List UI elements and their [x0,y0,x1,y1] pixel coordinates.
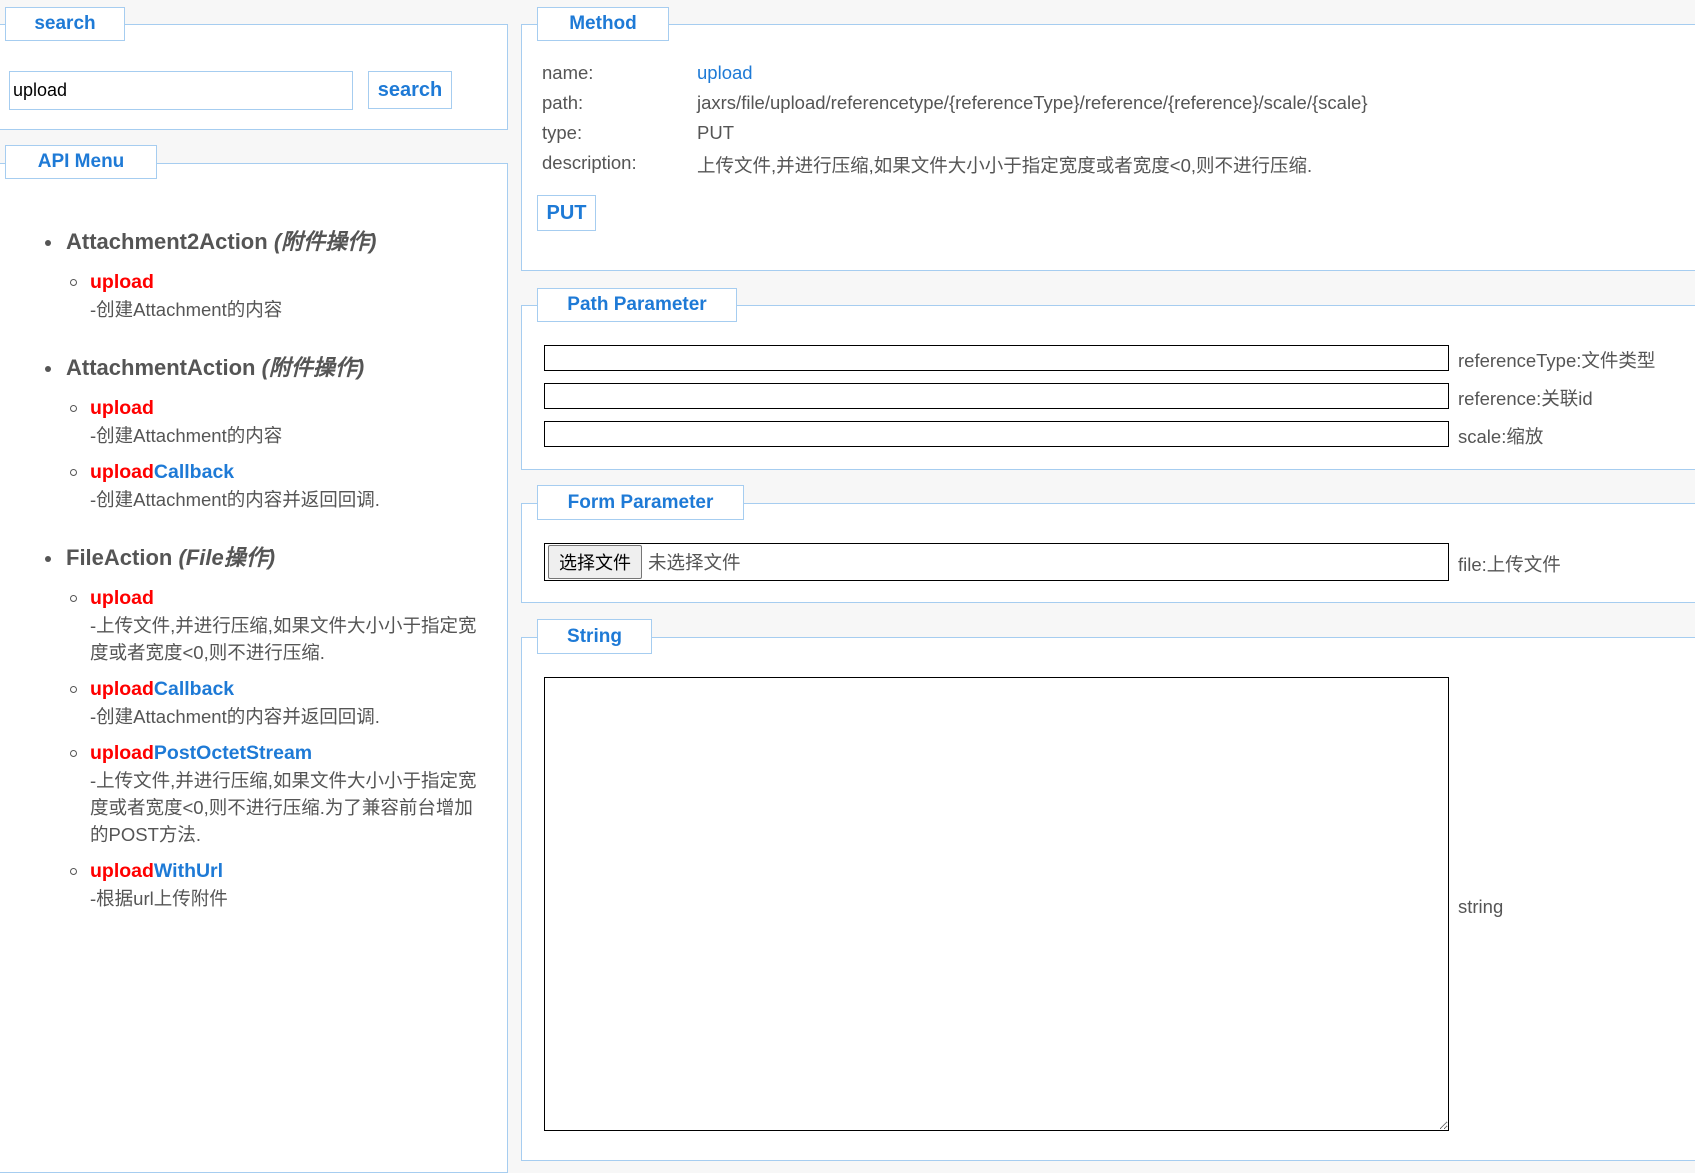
menu-item-link[interactable]: uploadCallback [90,459,490,486]
api-menu-legend: API Menu [5,145,157,179]
menu-group-heading: FileAction (File操作) [0,541,500,575]
menu-item-link[interactable]: upload [90,395,490,422]
menu-item[interactable]: upload -创建Attachment的内容 [0,269,490,323]
match-text: upload [90,397,154,419]
scale-label: scale:缩放 [1458,426,1544,447]
method-path-row: path: jaxrs/file/upload/referencetype/{re… [542,92,1368,114]
match-text: upload [90,461,154,483]
match-text: upload [90,271,154,293]
group-name: AttachmentAction [66,355,256,380]
reference-type-label: referenceType:文件类型 [1458,350,1656,371]
match-text: upload [90,678,154,700]
search-button[interactable]: search [368,71,452,109]
menu-group-heading: Attachment2Action (附件操作) [0,225,500,259]
menu-item-link[interactable]: uploadCallback [90,676,490,703]
form-parameter-legend: Form Parameter [537,485,744,520]
menu-item-description: -根据url上传附件 [90,888,228,909]
menu-item-link[interactable]: uploadPostOctetStream [90,740,490,767]
menu-item[interactable]: uploadCallback -创建Attachment的内容并返回回调. [0,459,490,513]
method-type-value: PUT [697,122,734,143]
method-path-value: jaxrs/file/upload/referencetype/{referen… [697,92,1368,113]
menu-item-description: -创建Attachment的内容并返回回调. [90,489,380,510]
rest-text: WithUrl [153,860,224,882]
method-type-row: type: PUT [542,122,734,144]
menu-item[interactable]: upload -上传文件,并进行压缩,如果文件大小小于指定宽度或者宽度<0,则不进… [0,585,490,666]
menu-item-link[interactable]: uploadWithUrl [90,858,490,885]
menu-item-description: -创建Attachment的内容并返回回调. [90,706,380,727]
match-text: upload [90,587,154,609]
rest-text: Callback [153,461,235,483]
search-legend: search [5,7,125,41]
label: type: [542,122,583,143]
menu-item-description: -上传文件,并进行压缩,如果文件大小小于指定宽度或者宽度<0,则不进行压缩.为了… [90,770,477,845]
group-cn-name: (附件操作) [273,229,377,254]
file-input[interactable]: 选择文件 未选择文件 [544,543,1449,581]
group-name: Attachment2Action [66,229,268,254]
method-name-row: name: upload [542,62,753,84]
group-name: FileAction [66,545,173,570]
method-legend: Method [537,7,669,41]
rest-text: PostOctetStream [153,742,313,764]
method-name-value: upload [697,62,753,83]
string-label: string [1458,896,1504,917]
match-text: upload [90,742,154,764]
reference-input[interactable] [544,383,1449,409]
method-description-value: 上传文件,并进行压缩,如果文件大小小于指定宽度或者宽度<0,则不进行压缩. [697,155,1313,176]
api-menu-list: Attachment2Action (附件操作) upload -创建Attachm… [0,225,500,940]
group-cn-name: (附件操作) [261,355,365,380]
string-legend: String [537,619,652,654]
menu-group-heading: AttachmentAction (附件操作) [0,351,500,385]
menu-item-description: -上传文件,并进行压缩,如果文件大小小于指定宽度或者宽度<0,则不进行压缩. [90,615,477,663]
menu-item-description: -创建Attachment的内容 [90,425,283,446]
scale-input[interactable] [544,421,1449,447]
method-description-row: description: 上传文件,并进行压缩,如果文件大小小于指定宽度或者宽度<… [542,152,1312,176]
label: path: [542,92,584,113]
menu-item-description: -创建Attachment的内容 [90,299,283,320]
rest-text: Callback [153,678,235,700]
menu-item[interactable]: uploadWithUrl -根据url上传附件 [0,858,490,912]
menu-item-link[interactable]: upload [90,269,490,296]
file-label: file:上传文件 [1458,554,1561,575]
group-cn-name: (File操作) [178,545,276,570]
no-file-text: 未选择文件 [648,552,741,573]
label: description: [542,152,637,173]
label: name: [542,62,594,83]
menu-group: FileAction (File操作) upload -上传文件,并进行压缩,如果文… [0,541,500,912]
choose-file-button[interactable]: 选择文件 [548,545,642,579]
search-input[interactable] [9,71,353,110]
path-parameter-legend: Path Parameter [537,288,737,322]
match-text: upload [90,860,154,882]
reference-label: reference:关联id [1458,388,1593,409]
menu-item[interactable]: upload -创建Attachment的内容 [0,395,490,449]
menu-item[interactable]: uploadPostOctetStream -上传文件,并进行压缩,如果文件大小小… [0,740,490,848]
reference-type-input[interactable] [544,345,1449,371]
menu-item[interactable]: uploadCallback -创建Attachment的内容并返回回调. [0,676,490,730]
menu-group: AttachmentAction (附件操作) upload -创建Attachme… [0,351,500,513]
put-button[interactable]: PUT [537,195,596,231]
string-textarea[interactable] [544,677,1449,1131]
menu-group: Attachment2Action (附件操作) upload -创建Attachm… [0,225,500,323]
menu-item-link[interactable]: upload [90,585,490,612]
